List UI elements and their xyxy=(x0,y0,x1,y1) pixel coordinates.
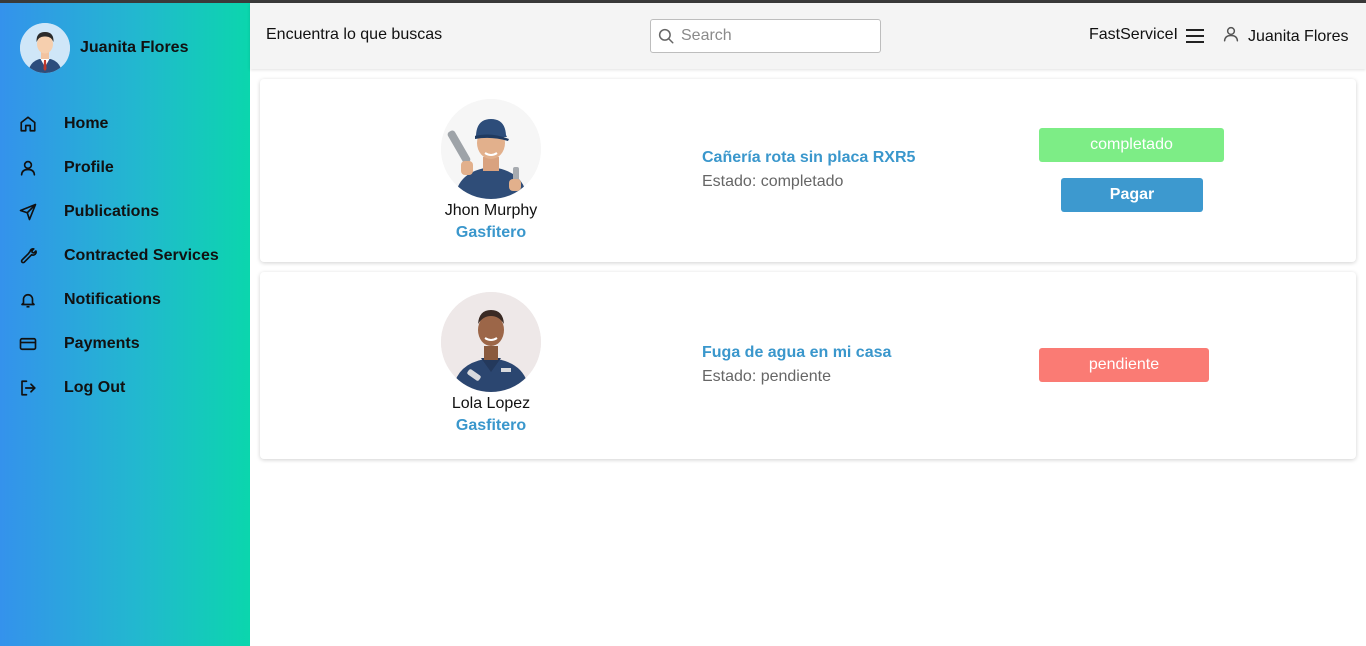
logout-icon xyxy=(18,378,38,398)
sidebar-item-label: Log Out xyxy=(64,379,126,396)
sidebar: Juanita Flores Home Profile Publications… xyxy=(0,3,250,646)
menu-icon[interactable] xyxy=(1184,25,1206,47)
top-header: Encuentra lo que buscas FastServiceI Jua… xyxy=(250,3,1366,69)
sidebar-item-contracted-services[interactable]: Contracted Services xyxy=(0,234,250,278)
sidebar-item-label: Home xyxy=(64,115,109,132)
worker-name: Jhon Murphy xyxy=(444,202,538,219)
sidebar-item-payments[interactable]: Payments xyxy=(0,322,250,366)
service-title[interactable]: Cañería rota sin placa RXR5 xyxy=(702,149,915,167)
service-info: Fuga de agua en mi casa Estado: pendient… xyxy=(702,344,891,386)
worker-role: Gasfitero xyxy=(455,417,527,434)
status-badge: pendiente xyxy=(1039,348,1209,382)
worker-info: Lola Lopez Gasfitero xyxy=(441,292,541,435)
worker-photo xyxy=(441,99,541,199)
service-state: Estado: pendiente xyxy=(702,368,831,385)
pay-button[interactable]: Pagar xyxy=(1061,178,1203,212)
home-icon xyxy=(18,114,38,134)
status-badge: completado xyxy=(1039,128,1224,162)
search-box[interactable] xyxy=(650,19,881,53)
sidebar-item-label: Contracted Services xyxy=(64,247,219,264)
user-icon xyxy=(1222,25,1240,48)
credit-card-icon xyxy=(18,334,38,354)
worker-name: Lola Lopez xyxy=(451,395,531,412)
sidebar-item-home[interactable]: Home xyxy=(0,102,250,146)
search-input[interactable] xyxy=(681,27,871,45)
search-icon xyxy=(651,20,681,52)
header-user-name: Juanita Flores xyxy=(1248,27,1349,45)
send-icon xyxy=(18,202,38,222)
sidebar-user[interactable]: Juanita Flores xyxy=(20,23,188,73)
sidebar-item-logout[interactable]: Log Out xyxy=(0,366,250,410)
bell-icon xyxy=(18,290,38,310)
sidebar-item-profile[interactable]: Profile xyxy=(0,146,250,190)
user-avatar xyxy=(20,23,70,73)
service-card: Lola Lopez Gasfitero Fuga de agua en mi … xyxy=(260,272,1356,459)
service-title[interactable]: Fuga de agua en mi casa xyxy=(702,344,891,362)
sidebar-item-label: Publications xyxy=(64,203,160,220)
sidebar-item-label: Notifications xyxy=(64,291,161,308)
sidebar-user-name: Juanita Flores xyxy=(80,39,189,56)
service-info: Cañería rota sin placa RXR5 Estado: comp… xyxy=(702,149,915,191)
header-user-menu[interactable]: Juanita Flores xyxy=(1222,25,1349,48)
header-tagline: Encuentra lo que buscas xyxy=(266,26,443,43)
worker-info: Jhon Murphy Gasfitero xyxy=(441,99,541,242)
sidebar-item-label: Profile xyxy=(64,159,114,176)
sidebar-item-publications[interactable]: Publications xyxy=(0,190,250,234)
worker-photo xyxy=(441,292,541,392)
user-icon xyxy=(18,158,38,178)
service-state: Estado: completado xyxy=(702,173,844,190)
wrench-icon xyxy=(18,246,38,266)
worker-role: Gasfitero xyxy=(455,224,527,241)
service-card: Jhon Murphy Gasfitero Cañería rota sin p… xyxy=(260,79,1356,262)
sidebar-nav: Home Profile Publications Contracted Ser… xyxy=(0,102,250,410)
sidebar-item-label: Payments xyxy=(64,335,140,352)
sidebar-item-notifications[interactable]: Notifications xyxy=(0,278,250,322)
brand-name[interactable]: FastServiceI xyxy=(1089,26,1178,44)
